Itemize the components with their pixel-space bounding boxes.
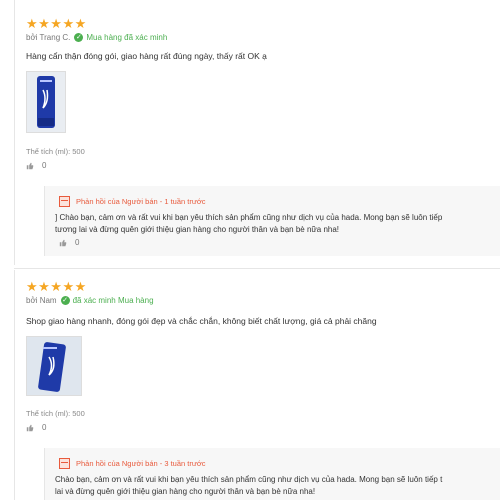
review-item: ★★★★★ bởi Trang C. ✓ Mua hàng đã xác min…: [0, 0, 500, 265]
like-button[interactable]: 0: [26, 161, 46, 170]
variant-info: Thể tích (ml): 500: [26, 409, 85, 418]
author-name: bởi Nam: [26, 296, 57, 305]
reply-like-count: 0: [75, 238, 80, 247]
like-button[interactable]: 0: [26, 423, 46, 432]
reply-line: lai và đừng quên giới thiệu gian hàng ch…: [55, 487, 316, 496]
rating-stars: ★★★★★: [26, 16, 87, 31]
seller-reply: Phản hồi của Người bán - 1 tuần trước ] …: [44, 186, 500, 256]
author-line: bởi Nam ✓ đã xác minh Mua hàng: [26, 296, 154, 305]
review-left-border: [14, 0, 15, 265]
rating-stars: ★★★★★: [26, 279, 87, 294]
variant-info: Thể tích (ml): 500: [26, 147, 85, 156]
seller-reply-text: ] Chào bạn, cảm ơn và rất vui khi bạn yê…: [55, 212, 442, 236]
review-item: ★★★★★ bởi Nam ✓ đã xác minh Mua hàng Sho…: [0, 270, 500, 500]
author-name: bởi Trang C.: [26, 33, 71, 42]
product-tube-image: [27, 72, 65, 132]
review-comment: Shop giao hàng nhanh, đóng gói đẹp và ch…: [26, 316, 377, 326]
store-icon: [59, 196, 70, 207]
store-icon: [59, 458, 70, 469]
reply-line: Chào bạn, cảm ơn và rất vui khi bạn yêu …: [55, 475, 443, 484]
seller-reply-title: Phản hồi của Người bán - 3 tuần trước: [76, 459, 206, 468]
review-left-border: [14, 270, 15, 500]
review-photo[interactable]: [26, 336, 82, 396]
review-comment: Hàng cẩn thận đóng gói, giao hàng rất đú…: [26, 51, 267, 61]
like-count: 0: [42, 423, 47, 432]
check-shield-icon: ✓: [60, 296, 70, 305]
reply-like-button[interactable]: 0: [59, 238, 79, 247]
review-divider: [14, 268, 500, 269]
seller-reply-title: Phản hồi của Người bán - 1 tuần trước: [76, 197, 206, 206]
thumbs-up-icon: [26, 162, 34, 169]
reply-line: tương lai và đừng quên giới thiệu gian h…: [55, 225, 340, 234]
seller-reply-header: Phản hồi của Người bán - 1 tuần trước: [59, 196, 206, 207]
product-tube-image: [27, 337, 81, 395]
review-photo[interactable]: [26, 71, 66, 133]
like-count: 0: [42, 161, 47, 170]
thumbs-up-icon: [59, 239, 67, 246]
seller-reply-text: Chào bạn, cảm ơn và rất vui khi bạn yêu …: [55, 474, 442, 498]
verified-purchase-label: đã xác minh Mua hàng: [72, 296, 154, 305]
check-shield-icon: ✓: [74, 33, 84, 42]
seller-reply: Phản hồi của Người bán - 3 tuần trước Ch…: [44, 448, 500, 500]
seller-reply-header: Phản hồi của Người bán - 3 tuần trước: [59, 458, 206, 469]
author-line: bởi Trang C. ✓ Mua hàng đã xác minh: [26, 33, 167, 42]
verified-purchase-label: Mua hàng đã xác minh: [86, 33, 168, 42]
thumbs-up-icon: [26, 424, 34, 431]
reply-line: ] Chào bạn, cảm ơn và rất vui khi bạn yê…: [55, 213, 443, 222]
